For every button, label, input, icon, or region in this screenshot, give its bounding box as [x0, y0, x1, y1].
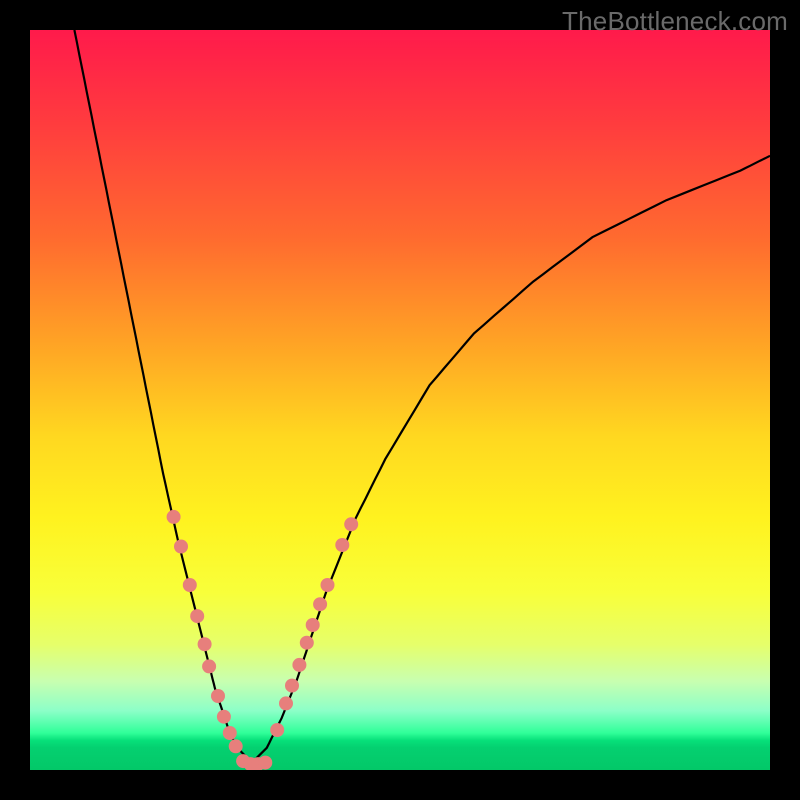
data-marker: [270, 723, 284, 737]
data-marker: [300, 636, 314, 650]
markers-group: [167, 510, 359, 770]
data-marker: [285, 679, 299, 693]
data-marker: [335, 538, 349, 552]
data-marker: [229, 739, 243, 753]
data-marker: [313, 597, 327, 611]
chart-frame: TheBottleneck.com: [0, 0, 800, 800]
data-marker: [258, 756, 272, 770]
data-marker: [344, 517, 358, 531]
data-marker: [292, 658, 306, 672]
plot-area: [30, 30, 770, 770]
watermark-text: TheBottleneck.com: [562, 6, 788, 37]
curve-right: [252, 156, 770, 763]
data-marker: [202, 659, 216, 673]
data-marker: [217, 710, 231, 724]
data-marker: [183, 578, 197, 592]
data-marker: [167, 510, 181, 524]
data-marker: [211, 689, 225, 703]
data-marker: [223, 726, 237, 740]
data-marker: [279, 696, 293, 710]
data-marker: [190, 609, 204, 623]
data-marker: [321, 578, 335, 592]
curve-left: [74, 30, 252, 763]
data-marker: [198, 637, 212, 651]
data-marker: [174, 540, 188, 554]
chart-svg: [30, 30, 770, 770]
data-marker: [306, 618, 320, 632]
